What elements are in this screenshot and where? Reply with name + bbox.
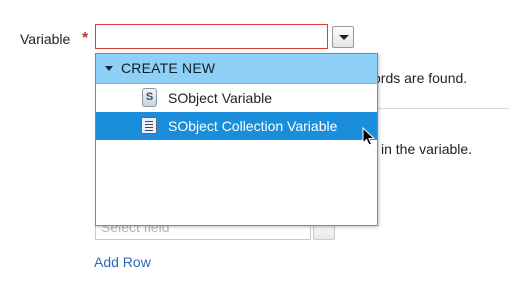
- variable-label: Variable: [20, 31, 71, 47]
- variable-dropdown-menu: CREATE NEW S SObject Variable SObject Co…: [95, 53, 378, 226]
- menu-item-sobject-collection-variable[interactable]: SObject Collection Variable: [96, 112, 377, 140]
- divider: [378, 108, 509, 109]
- menu-item-sobject-variable[interactable]: S SObject Variable: [96, 84, 377, 112]
- chevron-down-icon: [339, 35, 349, 40]
- sobject-variable-icon: S: [142, 88, 157, 107]
- variable-dropdown-button[interactable]: [332, 26, 354, 48]
- caret-down-icon: [105, 66, 113, 71]
- variable-input[interactable]: [95, 24, 328, 49]
- create-new-label: CREATE NEW: [121, 60, 216, 76]
- menu-item-label: SObject Variable: [168, 90, 273, 106]
- required-asterisk: *: [82, 30, 89, 47]
- add-row-link[interactable]: Add Row: [94, 254, 151, 270]
- menu-item-label: SObject Collection Variable: [168, 118, 338, 134]
- mouse-cursor-icon: [362, 127, 376, 146]
- help-text-1: cords are found.: [366, 70, 468, 86]
- sobject-collection-icon: [141, 117, 157, 134]
- create-new-header[interactable]: CREATE NEW: [96, 54, 377, 84]
- help-text-2: in the variable.: [381, 141, 473, 157]
